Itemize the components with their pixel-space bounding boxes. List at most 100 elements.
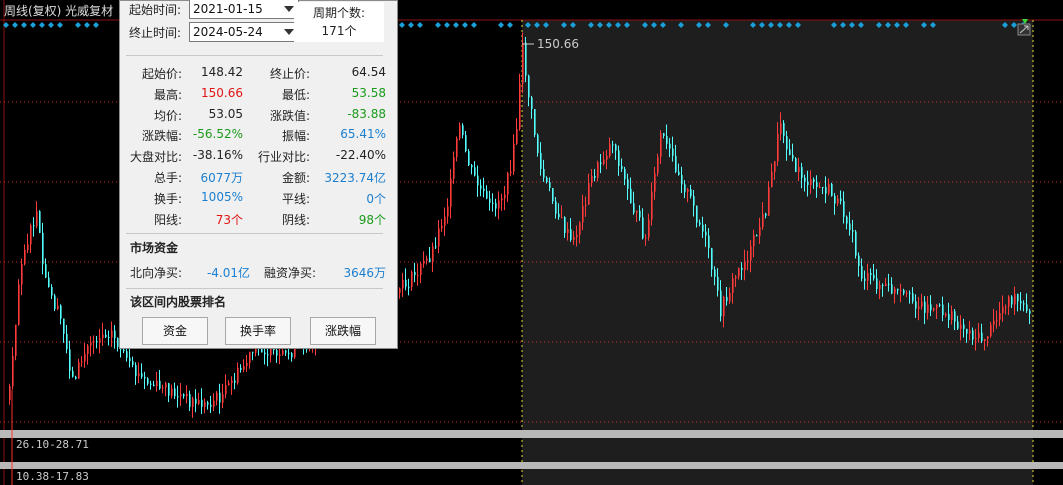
candle-body [1029,310,1031,314]
candle-body [768,187,770,216]
candle-body [951,311,953,321]
candle-body [111,330,113,338]
candle-body [498,200,500,209]
candle-body [762,213,764,228]
candle-body [405,279,407,287]
candle-body [237,367,239,383]
ranking-turnover-button[interactable]: 换手率 [225,317,291,345]
candle-body [720,290,722,317]
event-marker-icon [435,22,441,28]
candle-body [732,278,734,294]
candle-body [477,175,479,186]
candle-body [24,249,26,265]
candle-body [816,181,818,188]
candle-body [993,320,995,325]
candle-body [954,311,956,322]
candle-body [735,276,737,279]
candle-body [606,155,608,160]
candle-body [225,385,227,395]
candle-body [588,182,590,205]
candle-body [729,293,731,302]
candle-body [852,230,854,232]
event-marker-icon [39,22,45,28]
candle-body [159,380,161,389]
stat-value: 148.42 [201,65,243,79]
candle-body [774,161,776,172]
candle-body [726,296,728,302]
candle-body [447,206,449,217]
candle-body [651,191,653,220]
candle-body [129,357,131,362]
stat-value: -38.16% [192,148,243,163]
candle-body [138,373,140,376]
ranking-fund-button[interactable]: 资金 [142,317,208,345]
candle-body [636,210,638,213]
stat-label: 行业对比: [257,150,310,165]
candle-body [495,203,497,209]
candle-body [858,255,860,267]
chevron-down-icon[interactable] [284,6,294,12]
ranking-title: 该区间内股票排名 [130,295,227,309]
candle-body [921,301,923,307]
candle-body [684,184,686,192]
candle-body [705,231,707,236]
chevron-down-icon[interactable] [284,29,294,35]
north-buy-label: 北向净买: [129,266,182,280]
candle-body [753,235,755,247]
selection-area [522,20,1033,485]
candle-body [222,394,224,403]
candle-body [795,158,797,172]
candle-body [936,304,938,309]
stat-value: 3223.74亿 [324,171,386,185]
candle-body [219,392,221,403]
candle-body [126,351,128,358]
candle-body [99,338,101,343]
candle-body [57,305,59,310]
candle-body [573,236,575,240]
candle-body [654,173,656,192]
candle-body [291,353,293,358]
candle-body [861,266,863,279]
candle-body [534,108,536,135]
candle-body [84,353,86,362]
candle-body [633,203,635,213]
end-time-select[interactable]: 2024-05-24 [189,22,299,42]
candle-body [882,285,884,287]
candle-body [69,349,71,372]
candle-body [480,185,482,189]
event-marker-icon [48,22,54,28]
candle-body [615,144,617,151]
candle-body [837,198,839,204]
stat-label: 均价: [153,108,182,123]
candle-body [42,232,44,265]
candle-body [876,278,878,290]
price-range-bar [0,430,1063,438]
candle-body [855,231,857,256]
candle-body [60,305,62,319]
candle-body [168,383,170,396]
candle-body [1002,306,1004,314]
candle-body [165,383,167,388]
candle-body [435,246,437,248]
candle-body [915,301,917,309]
candle-body [216,392,218,401]
candle-body [693,196,695,206]
candle-body [870,273,872,275]
candle-body [132,361,134,365]
candle-body [144,376,146,379]
candle-body [192,398,194,407]
candle-body [189,393,191,407]
candle-body [552,188,554,202]
candle-body [285,350,287,353]
start-time-select[interactable]: 2021-01-15 [189,0,299,19]
candle-body [417,275,419,277]
candle-body [576,234,578,237]
candle-body [738,267,740,277]
candle-body [546,177,548,183]
stat-value: 150.66 [201,85,243,100]
candle-body [183,394,185,397]
candle-body [960,324,962,329]
divider [126,55,383,56]
ranking-change-button[interactable]: 涨跌幅 [310,317,376,345]
range-label-2: 10.38-17.83 [16,470,89,483]
